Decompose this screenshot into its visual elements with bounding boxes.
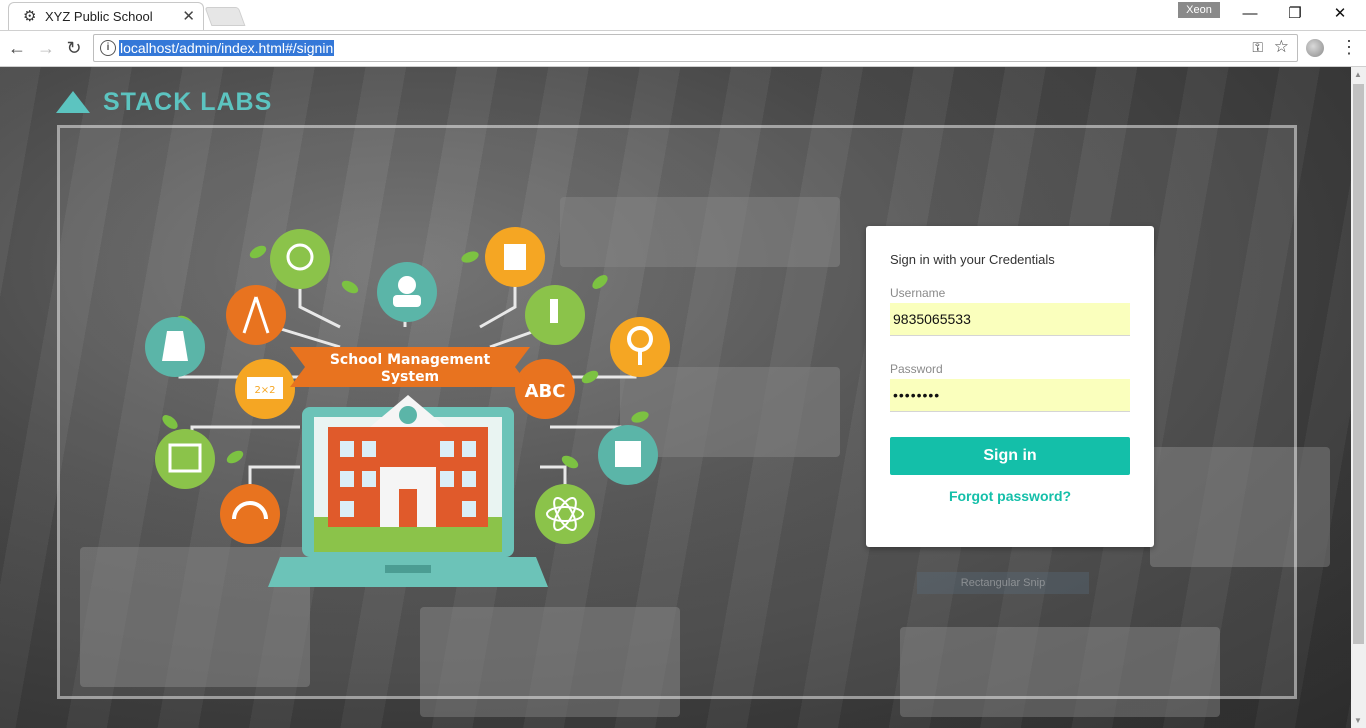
signin-button[interactable]: Sign in [890, 437, 1130, 475]
password-field[interactable] [890, 379, 1130, 412]
username-field[interactable] [890, 303, 1130, 336]
profile-badge[interactable]: Xeon [1178, 2, 1220, 18]
page-scrollbar[interactable]: ▲ ▼ [1351, 67, 1366, 728]
forward-button[interactable]: → [35, 37, 57, 59]
browser-tab[interactable]: ⚙ XYZ Public School ✕ [8, 2, 204, 30]
key-icon[interactable]: ⚿ [1252, 39, 1263, 56]
menu-icon[interactable]: ⋮ [1340, 38, 1358, 56]
banner-line-2: System [381, 369, 439, 385]
info-icon[interactable]: i [100, 40, 116, 56]
username-label: Username [890, 286, 946, 300]
rectangular-snip-overlay: Rectangular Snip [917, 572, 1089, 594]
school-management-illustration: 2×2 ABC School Management System [145, 227, 670, 587]
triangle-logo-icon [56, 91, 90, 113]
banner-line-1: School Management [330, 352, 491, 368]
tab-strip: ⚙ XYZ Public School ✕ Xeon — ❐ ✕ [0, 0, 1366, 31]
page-background: STACK LABS 2×2 ABC School Management Sys… [0, 67, 1351, 728]
tab-close-icon[interactable]: ✕ [182, 7, 195, 25]
password-label: Password [890, 362, 943, 376]
scroll-up-arrow-icon[interactable]: ▲ [1354, 70, 1362, 79]
star-icon[interactable]: ☆ [1274, 37, 1289, 57]
minimize-button[interactable]: — [1230, 4, 1270, 24]
signin-heading: Sign in with your Credentials [890, 252, 1055, 267]
scroll-down-arrow-icon[interactable]: ▼ [1354, 716, 1362, 725]
brand-name: STACK LABS [103, 88, 273, 116]
address-bar[interactable]: i localhost/admin/index.html#/signin ⚿ ☆ [93, 34, 1298, 62]
signin-card: Sign in with your Credentials Username P… [866, 226, 1154, 547]
tab-title: XYZ Public School [45, 9, 153, 24]
address-url[interactable]: localhost/admin/index.html#/signin [119, 40, 335, 56]
close-window-button[interactable]: ✕ [1320, 4, 1360, 24]
math-badge-text: 2×2 [254, 385, 275, 396]
restore-button[interactable]: ❐ [1275, 4, 1315, 24]
forgot-password-link[interactable]: Forgot password? [866, 488, 1154, 504]
gear-icon: ⚙ [23, 8, 37, 25]
browser-toolbar: ← → ↻ i localhost/admin/index.html#/sign… [0, 31, 1366, 67]
back-button[interactable]: ← [6, 37, 28, 59]
abc-badge-text: ABC [525, 381, 566, 402]
new-tab-button[interactable] [204, 7, 246, 26]
scrollbar-thumb[interactable] [1353, 84, 1364, 644]
extension-icon[interactable] [1306, 39, 1324, 57]
reload-button[interactable]: ↻ [63, 37, 85, 59]
